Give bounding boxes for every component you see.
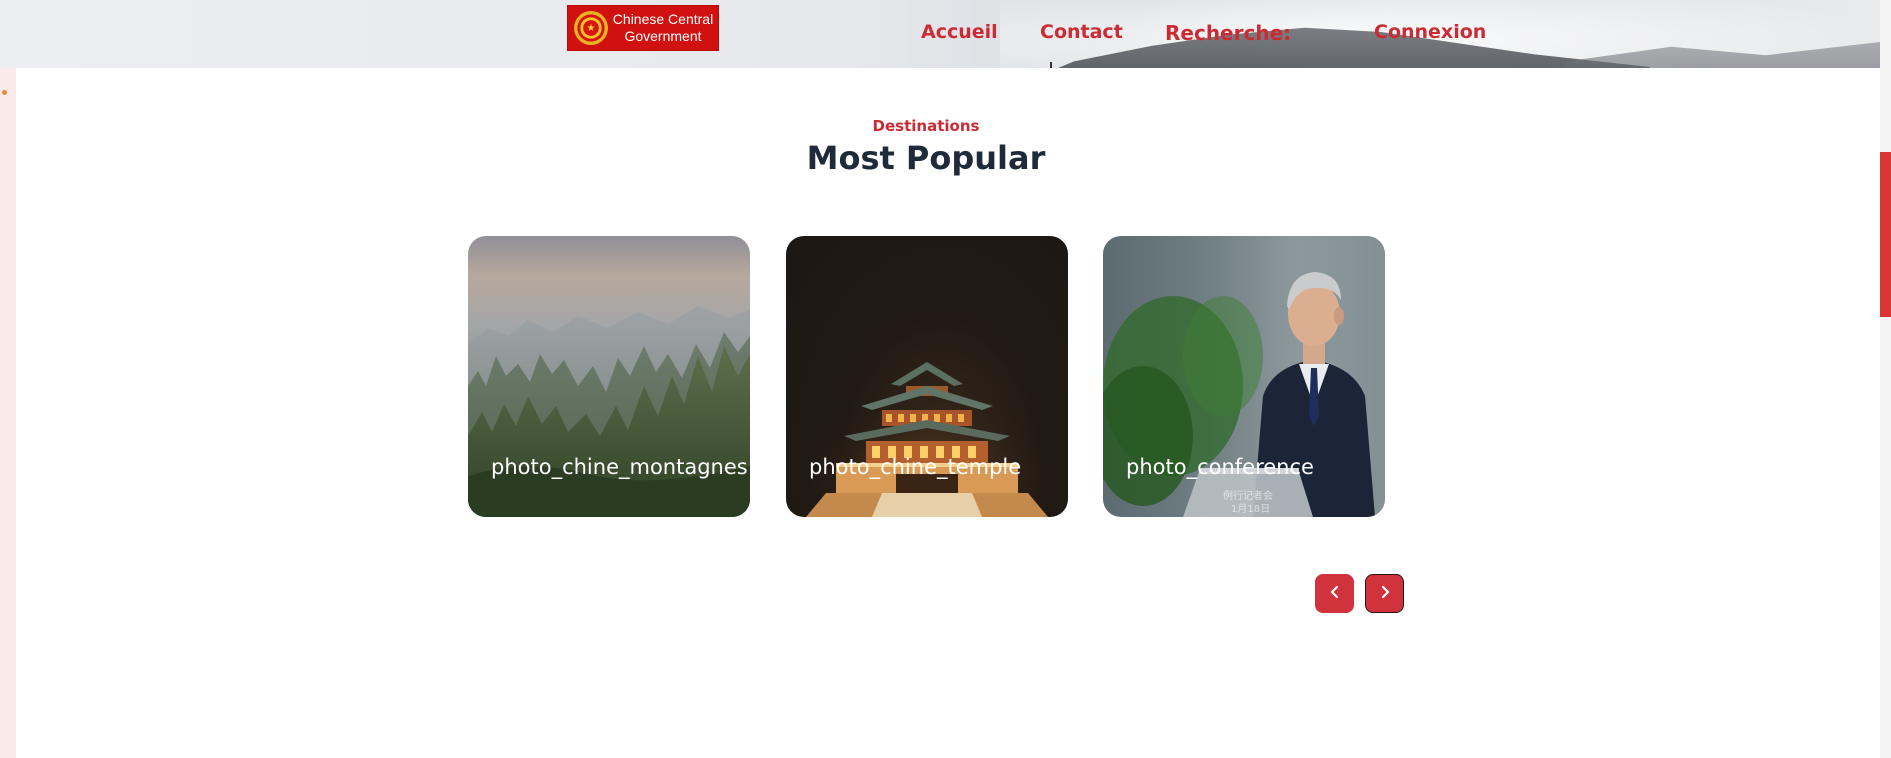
destination-card-temple[interactable]: photo_chine_temple (786, 236, 1068, 517)
card-caption: photo_chine_temple (809, 455, 1022, 479)
destination-card-conference[interactable]: 例行记者会 1月18日 photo_conference (1103, 236, 1385, 517)
site-header: ★ Chinese Central Government Accueil Con… (0, 0, 1880, 68)
card-caption: photo_chine_montagnes (491, 455, 748, 479)
logo-link[interactable]: ★ Chinese Central Government (567, 5, 719, 51)
nav-accueil-link[interactable]: Accueil (921, 21, 998, 43)
national-emblem-icon: ★ (574, 11, 608, 45)
chevron-right-icon (1378, 585, 1392, 602)
header-tick-mark (1050, 62, 1052, 68)
section-title: Most Popular (806, 139, 1046, 177)
logo-text: Chinese Central Government (612, 11, 714, 44)
carousel-prev-button[interactable] (1315, 574, 1354, 613)
conference-overlay-text-2: 1月18日 (1231, 504, 1271, 515)
left-edge-dot (2, 90, 7, 95)
scrollbar-thumb[interactable] (1880, 152, 1891, 317)
nav-connexion-link[interactable]: Connexion (1374, 21, 1486, 43)
section-eyebrow: Destinations (872, 117, 980, 135)
carousel-next-button[interactable] (1365, 574, 1404, 613)
nav-contact-link[interactable]: Contact (1040, 21, 1123, 43)
card-caption: photo_conference (1126, 455, 1314, 479)
chevron-left-icon (1328, 585, 1342, 602)
nav-search-link[interactable]: Recherche: (1165, 21, 1291, 45)
destination-card-mountains[interactable]: photo_chine_montagnes (468, 236, 750, 517)
scrollbar-track[interactable] (1880, 0, 1891, 758)
